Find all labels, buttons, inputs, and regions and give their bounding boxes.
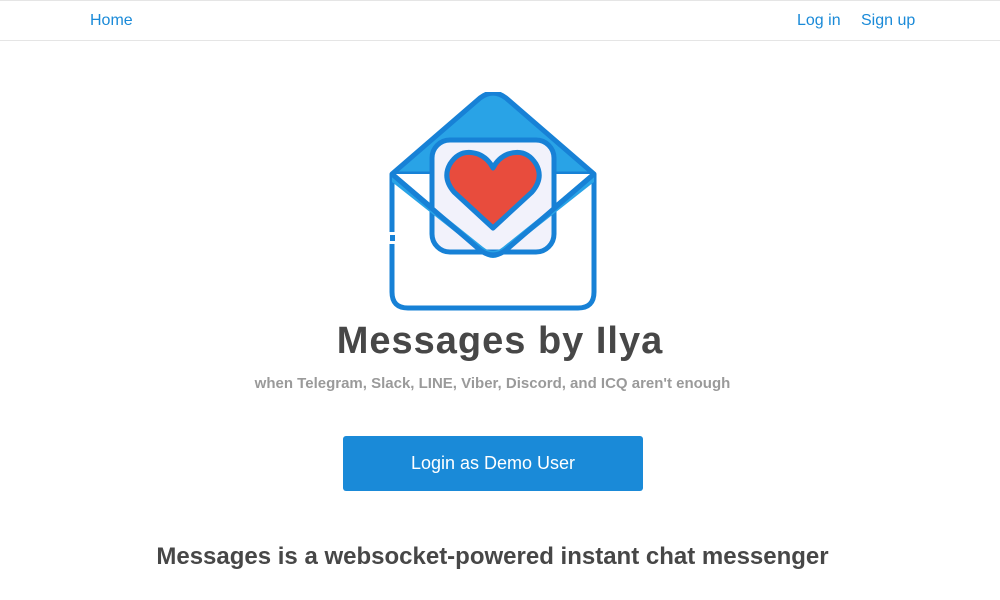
login-demo-user-button[interactable]: Login as Demo User xyxy=(343,436,643,491)
tagline-heading: Messages is a websocket-powered instant … xyxy=(156,543,829,570)
page-title: Messages by Ilya xyxy=(336,320,664,362)
nav-login-link[interactable]: Log in xyxy=(797,12,841,30)
top-navbar: Home Log in Sign up xyxy=(0,0,1000,41)
nav-signup-link[interactable]: Sign up xyxy=(861,12,915,30)
page-subtitle: when Telegram, Slack, LINE, Viber, Disco… xyxy=(254,375,731,392)
envelope-heart-icon xyxy=(388,92,597,311)
nav-home-link[interactable]: Home xyxy=(90,12,133,30)
